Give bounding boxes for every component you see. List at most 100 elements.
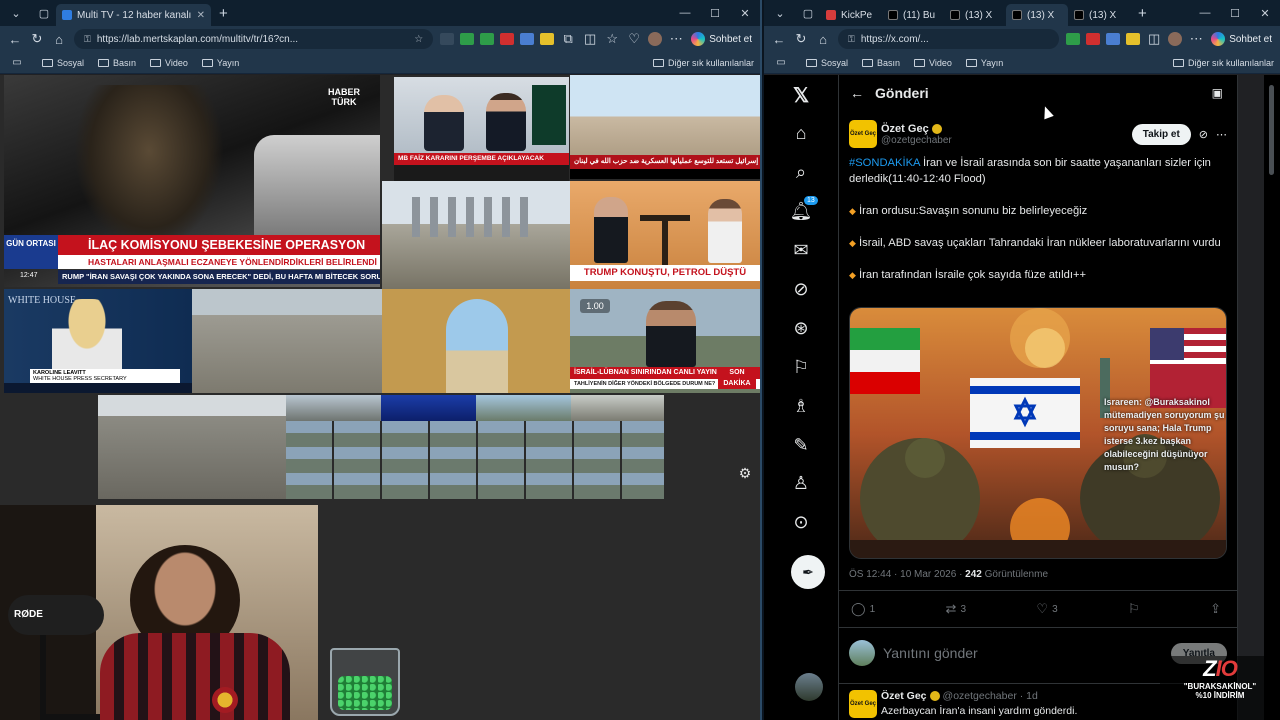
tv-stream-aerial-1[interactable] bbox=[192, 289, 382, 393]
jobs-icon[interactable]: ♗ bbox=[764, 391, 838, 421]
bookmark-folder-video[interactable]: Video bbox=[150, 58, 188, 68]
tv-stream-trump-petrol[interactable]: TRUMP KONUŞTU, PETROL DÜŞTÜ bbox=[570, 181, 760, 289]
author-avatar[interactable]: Özet Geç bbox=[849, 690, 877, 718]
tv-stream-haberturk[interactable]: HABER TÜRK GÜN ORTASI İLAÇ KOMİSYONU ŞEB… bbox=[4, 75, 380, 287]
tv-stream-white-house[interactable]: WHITE HOUSE KAROLINE LEAVITT WHITE HOUSE… bbox=[4, 289, 192, 393]
maximize-button[interactable]: ☐ bbox=[700, 7, 730, 20]
tv-stream-arch[interactable] bbox=[382, 289, 570, 393]
grok-explain-icon[interactable]: ⊘ bbox=[1199, 128, 1208, 141]
post-image[interactable]: Israreen: @Buraksakinol mütemadiyen soru… bbox=[849, 307, 1227, 559]
author-name[interactable]: Özet Geç bbox=[881, 690, 927, 702]
extension-icon[interactable] bbox=[540, 33, 555, 45]
post-timestamp[interactable]: ÖS 12:44 · 10 Mar 2026 · bbox=[849, 569, 965, 580]
tab-multitv[interactable]: Multi TV - 12 haber kanalını aynı a ✕ bbox=[56, 4, 211, 26]
reply-input[interactable]: Yanıtını gönder bbox=[883, 645, 978, 661]
tv-stream-skyline[interactable] bbox=[382, 181, 570, 289]
extension-icon[interactable] bbox=[460, 33, 475, 45]
follow-button[interactable]: Takip et bbox=[1131, 123, 1191, 145]
repost-action[interactable]: ⇄ 3 bbox=[946, 601, 966, 617]
reply-action[interactable]: ◯ 1 bbox=[851, 601, 875, 617]
tab-actions-icon[interactable]: ⌄ bbox=[4, 3, 28, 23]
workspaces-icon[interactable]: ▢ bbox=[32, 3, 56, 23]
home-icon[interactable]: ⌂ bbox=[764, 118, 838, 148]
home-icon[interactable]: ⌂ bbox=[812, 32, 834, 47]
extension-icon[interactable] bbox=[1126, 33, 1141, 45]
share-action[interactable]: ⇪ bbox=[1210, 601, 1221, 617]
premium-icon[interactable]: ✎ bbox=[764, 430, 838, 460]
reading-view-icon[interactable]: ▭ bbox=[770, 57, 792, 68]
minimize-button[interactable]: — bbox=[670, 7, 700, 20]
bookmark-action[interactable]: ⚐ bbox=[1128, 601, 1140, 617]
close-window-button[interactable]: ✕ bbox=[730, 7, 760, 20]
other-favorites[interactable]: Diğer sık kullanılanlar bbox=[652, 58, 754, 68]
other-favorites[interactable]: Diğer sık kullanılanlar bbox=[1172, 58, 1274, 68]
tab-actions-icon[interactable]: ⌄ bbox=[768, 3, 792, 23]
extensions-puzzle-icon[interactable]: ⧉ bbox=[557, 31, 579, 47]
refresh-icon[interactable]: ↻ bbox=[790, 31, 812, 47]
url-field[interactable]: ⚿ https://lab.mertskaplan.com/multitv/tr… bbox=[74, 29, 434, 49]
reading-view-icon[interactable]: ▭ bbox=[6, 57, 28, 68]
search-icon[interactable]: ⌕ bbox=[764, 157, 838, 187]
copilot-button[interactable]: Sohbet et bbox=[1211, 32, 1272, 46]
copilot-button[interactable]: Sohbet et bbox=[691, 32, 752, 46]
workspaces-icon[interactable]: ▢ bbox=[796, 3, 820, 23]
extension-icon[interactable] bbox=[520, 33, 535, 45]
maximize-button[interactable]: ☐ bbox=[1220, 7, 1250, 20]
bookmarks-icon[interactable]: ⚐ bbox=[764, 352, 838, 382]
split-screen-icon[interactable]: ◫ bbox=[1143, 31, 1165, 47]
back-icon[interactable]: ← bbox=[768, 32, 790, 47]
profile-icon[interactable]: ♙ bbox=[764, 468, 838, 498]
notifications-icon[interactable]: 🔔︎ 13 bbox=[764, 196, 838, 226]
scrollbar[interactable] bbox=[1264, 75, 1280, 720]
favorites-icon[interactable]: ☆ bbox=[601, 31, 623, 47]
new-tab-button[interactable]: + bbox=[1130, 5, 1155, 22]
tv-stream-studio[interactable]: MB FAİZ KARARINI PERŞEMBE AÇIKLAYACAK bbox=[394, 77, 569, 181]
bookmark-folder-basin[interactable]: Basın bbox=[862, 58, 900, 68]
collections-icon[interactable]: ♡ bbox=[623, 31, 645, 47]
more-options-icon[interactable]: ⋯ bbox=[1216, 128, 1227, 141]
hashtag-link[interactable]: #SONDAKİKA bbox=[849, 157, 920, 169]
close-tab-icon[interactable]: ✕ bbox=[197, 10, 205, 21]
author-handle[interactable]: @ozetgechaber bbox=[881, 135, 952, 146]
compose-post-button[interactable]: ✒ bbox=[791, 555, 825, 589]
account-avatar[interactable] bbox=[795, 673, 823, 701]
extension-icon[interactable] bbox=[440, 33, 455, 45]
back-arrow-icon[interactable]: ← bbox=[839, 85, 875, 101]
extension-icon[interactable] bbox=[1066, 33, 1081, 45]
more-menu-icon[interactable]: ⋯ bbox=[665, 31, 687, 47]
messages-icon[interactable]: ✉ bbox=[764, 235, 838, 265]
grok-icon[interactable]: ⊘ bbox=[764, 274, 838, 304]
tab-kick[interactable]: KickPe bbox=[820, 4, 882, 26]
extension-icon[interactable] bbox=[500, 33, 515, 45]
author-avatar[interactable]: Özet Geç bbox=[849, 120, 877, 148]
refresh-icon[interactable]: ↻ bbox=[26, 31, 48, 47]
extension-icon[interactable] bbox=[1106, 33, 1121, 45]
gear-icon[interactable]: ⚙ bbox=[736, 465, 754, 483]
more-menu-icon[interactable]: ⋯ bbox=[1185, 31, 1207, 47]
new-tab-button[interactable]: + bbox=[211, 5, 236, 22]
scrollbar-thumb[interactable] bbox=[1269, 85, 1274, 175]
bookmark-folder-sosyal[interactable]: Sosyal bbox=[806, 58, 848, 68]
tv-stream-mini-grid[interactable] bbox=[286, 395, 664, 499]
tv-stream-lubnan-live[interactable]: 1.00 İSRAİL-LÜBNAN SINIRINDAN CANLI YAYI… bbox=[570, 289, 760, 393]
tv-stream-arabic-city[interactable]: إسرائيل تستعد للتوسع عملياتها العسكرية ض… bbox=[570, 75, 760, 179]
back-icon[interactable]: ← bbox=[4, 32, 26, 47]
like-action[interactable]: ♡ 3 bbox=[1036, 601, 1057, 617]
home-icon[interactable]: ⌂ bbox=[48, 32, 70, 47]
extension-icon[interactable] bbox=[1086, 33, 1101, 45]
split-screen-icon[interactable]: ◫ bbox=[579, 31, 601, 47]
site-info-icon[interactable]: ⚿ bbox=[84, 34, 91, 45]
bookmark-folder-video[interactable]: Video bbox=[914, 58, 952, 68]
site-info-icon[interactable]: ⚿ bbox=[848, 34, 855, 45]
url-field[interactable]: ⚿ https://x.com/... bbox=[838, 29, 1060, 49]
profile-avatar[interactable] bbox=[1168, 32, 1183, 46]
bookmark-folder-yayin[interactable]: Yayın bbox=[965, 58, 1003, 68]
close-window-button[interactable]: ✕ bbox=[1250, 7, 1280, 20]
tv-stream-aerial-2[interactable] bbox=[98, 395, 286, 499]
tab-x-active[interactable]: (13) X bbox=[1006, 4, 1068, 26]
speed-badge[interactable]: 1.00 bbox=[580, 299, 610, 313]
extension-icon[interactable] bbox=[480, 33, 495, 45]
reader-mode-icon[interactable]: ▣ bbox=[1212, 86, 1223, 100]
profile-avatar[interactable] bbox=[648, 32, 663, 46]
communities-icon[interactable]: ⊛ bbox=[764, 313, 838, 343]
